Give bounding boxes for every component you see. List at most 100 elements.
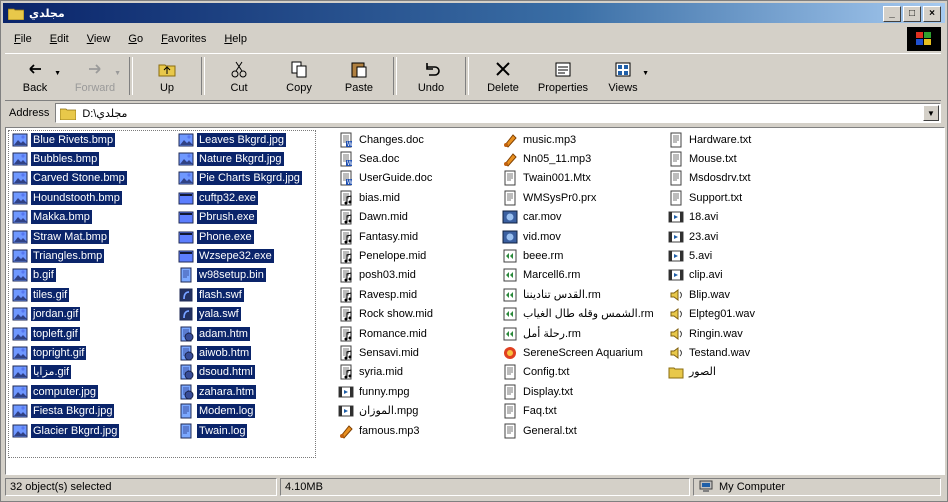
file-item[interactable]: Romance.mid	[338, 324, 435, 343]
file-item[interactable]: cuftp32.exe	[178, 188, 302, 207]
file-item[interactable]: Display.txt	[502, 382, 656, 401]
file-item[interactable]: Testand.wav	[668, 343, 757, 362]
file-item[interactable]: Twain001.Mtx	[502, 169, 656, 188]
dropdown-arrow-icon[interactable]: ▼	[114, 70, 121, 77]
file-item[interactable]: music.mp3	[502, 130, 656, 149]
file-item[interactable]: Straw Mat.bmp	[12, 227, 127, 246]
file-item[interactable]: Phone.exe	[178, 227, 302, 246]
file-item[interactable]: Config.txt	[502, 363, 656, 382]
file-item[interactable]: flash.swf	[178, 285, 302, 304]
file-item[interactable]: Leaves Bkgrd.jpg	[178, 130, 302, 149]
file-item[interactable]: Fiesta Bkgrd.jpg	[12, 401, 127, 420]
file-item[interactable]: dsoud.html	[178, 363, 302, 382]
title-bar[interactable]: مجلدي _ □ ×	[3, 3, 945, 23]
file-item[interactable]: Glacier Bkgrd.jpg	[12, 421, 127, 440]
file-item[interactable]: Faq.txt	[502, 401, 656, 420]
file-item[interactable]: b.gif	[12, 266, 127, 285]
file-item[interactable]: Marcell6.rm	[502, 266, 656, 285]
file-item[interactable]: posh03.mid	[338, 266, 435, 285]
file-item[interactable]: Nn05_11.mp3	[502, 149, 656, 168]
file-item[interactable]: Penelope.mid	[338, 246, 435, 265]
toolbar-paste-button[interactable]: Paste	[329, 54, 389, 98]
file-item[interactable]: Blip.wav	[668, 285, 757, 304]
file-item[interactable]: Bubbles.bmp	[12, 149, 127, 168]
file-item[interactable]: yala.swf	[178, 305, 302, 324]
file-item[interactable]: aiwob.htm	[178, 343, 302, 362]
file-item[interactable]: jordan.gif	[12, 305, 127, 324]
address-input[interactable]: D:\مجلدي ▼	[55, 103, 941, 123]
file-item[interactable]: adam.htm	[178, 324, 302, 343]
toolbar-delete-button[interactable]: Delete	[473, 54, 533, 98]
file-item[interactable]: رحلة أمل.rm	[502, 324, 656, 343]
file-item[interactable]: الصور	[668, 363, 757, 382]
file-item[interactable]: Twain.log	[178, 421, 302, 440]
file-item[interactable]: Dawn.mid	[338, 208, 435, 227]
file-item[interactable]: Support.txt	[668, 188, 757, 207]
file-item[interactable]: Houndstooth.bmp	[12, 188, 127, 207]
file-item[interactable]: مزايا.gif	[12, 363, 127, 382]
file-item[interactable]: Sensavi.mid	[338, 343, 435, 362]
toolbar-forward-button[interactable]: Forward ▼	[65, 54, 125, 98]
file-item[interactable]: Makka.bmp	[12, 208, 127, 227]
file-item[interactable]: Modem.log	[178, 401, 302, 420]
menu-favorites[interactable]: Favorites	[152, 33, 215, 45]
menu-help[interactable]: Help	[215, 33, 256, 45]
dropdown-arrow-icon[interactable]: ▼	[642, 70, 649, 77]
file-item[interactable]: القدس تناديننا.rm	[502, 285, 656, 304]
file-item[interactable]: w98setup.bin	[178, 266, 302, 285]
file-item[interactable]: الشمس وقله طال الغياب.rm	[502, 305, 656, 324]
file-item[interactable]: topleft.gif	[12, 324, 127, 343]
toolbar-copy-button[interactable]: Copy	[269, 54, 329, 98]
file-item[interactable]: Msdosdrv.txt	[668, 169, 757, 188]
file-item[interactable]: topright.gif	[12, 343, 127, 362]
toolbar-views-button[interactable]: Views ▼	[593, 54, 653, 98]
file-item[interactable]: Mouse.txt	[668, 149, 757, 168]
toolbar-cut-button[interactable]: Cut	[209, 54, 269, 98]
file-item[interactable]: W Sea.doc	[338, 149, 435, 168]
file-item[interactable]: W UserGuide.doc	[338, 169, 435, 188]
maximize-button[interactable]: □	[903, 6, 921, 22]
file-item[interactable]: Elpteg01.wav	[668, 305, 757, 324]
file-item[interactable]: computer.jpg	[12, 382, 127, 401]
address-dropdown-button[interactable]: ▼	[923, 105, 939, 121]
file-item[interactable]: car.mov	[502, 208, 656, 227]
file-item[interactable]: Ravesp.mid	[338, 285, 435, 304]
toolbar-back-button[interactable]: Back ▼	[5, 54, 65, 98]
file-list[interactable]: Blue Rivets.bmp Bubbles.bmp Carved Stone.b…	[5, 127, 945, 475]
toolbar-undo-button[interactable]: Undo	[401, 54, 461, 98]
file-item[interactable]: Carved Stone.bmp	[12, 169, 127, 188]
menu-edit[interactable]: Edit	[41, 33, 78, 45]
menu-file[interactable]: File	[5, 33, 41, 45]
file-item[interactable]: 5.avi	[668, 246, 757, 265]
file-item[interactable]: tiles.gif	[12, 285, 127, 304]
file-item[interactable]: Pie Charts Bkgrd.jpg	[178, 169, 302, 188]
file-item[interactable]: Nature Bkgrd.jpg	[178, 149, 302, 168]
file-item[interactable]: Ringin.wav	[668, 324, 757, 343]
file-item[interactable]: Pbrush.exe	[178, 208, 302, 227]
file-item[interactable]: clip.avi	[668, 266, 757, 285]
file-item[interactable]: syria.mid	[338, 363, 435, 382]
file-item[interactable]: Fantasy.mid	[338, 227, 435, 246]
file-item[interactable]: Triangles.bmp	[12, 246, 127, 265]
file-item[interactable]: Hardware.txt	[668, 130, 757, 149]
file-item[interactable]: SereneScreen Aquarium	[502, 343, 656, 362]
file-item[interactable]: zahara.htm	[178, 382, 302, 401]
toolbar-up-button[interactable]: Up	[137, 54, 197, 98]
dropdown-arrow-icon[interactable]: ▼	[54, 70, 61, 77]
file-item[interactable]: vid.mov	[502, 227, 656, 246]
file-item[interactable]: beee.rm	[502, 246, 656, 265]
toolbar-properties-button[interactable]: Properties	[533, 54, 593, 98]
minimize-button[interactable]: _	[883, 6, 901, 22]
file-item[interactable]: WMSysPr0.prx	[502, 188, 656, 207]
menu-go[interactable]: Go	[119, 33, 152, 45]
file-item[interactable]: Rock show.mid	[338, 305, 435, 324]
close-button[interactable]: ×	[923, 6, 941, 22]
file-item[interactable]: W Changes.doc	[338, 130, 435, 149]
file-item[interactable]: 18.avi	[668, 208, 757, 227]
file-item[interactable]: الموزان.mpg	[338, 401, 435, 420]
file-item[interactable]: General.txt	[502, 421, 656, 440]
file-item[interactable]: 23.avi	[668, 227, 757, 246]
file-item[interactable]: funny.mpg	[338, 382, 435, 401]
file-item[interactable]: Blue Rivets.bmp	[12, 130, 127, 149]
file-item[interactable]: famous.mp3	[338, 421, 435, 440]
